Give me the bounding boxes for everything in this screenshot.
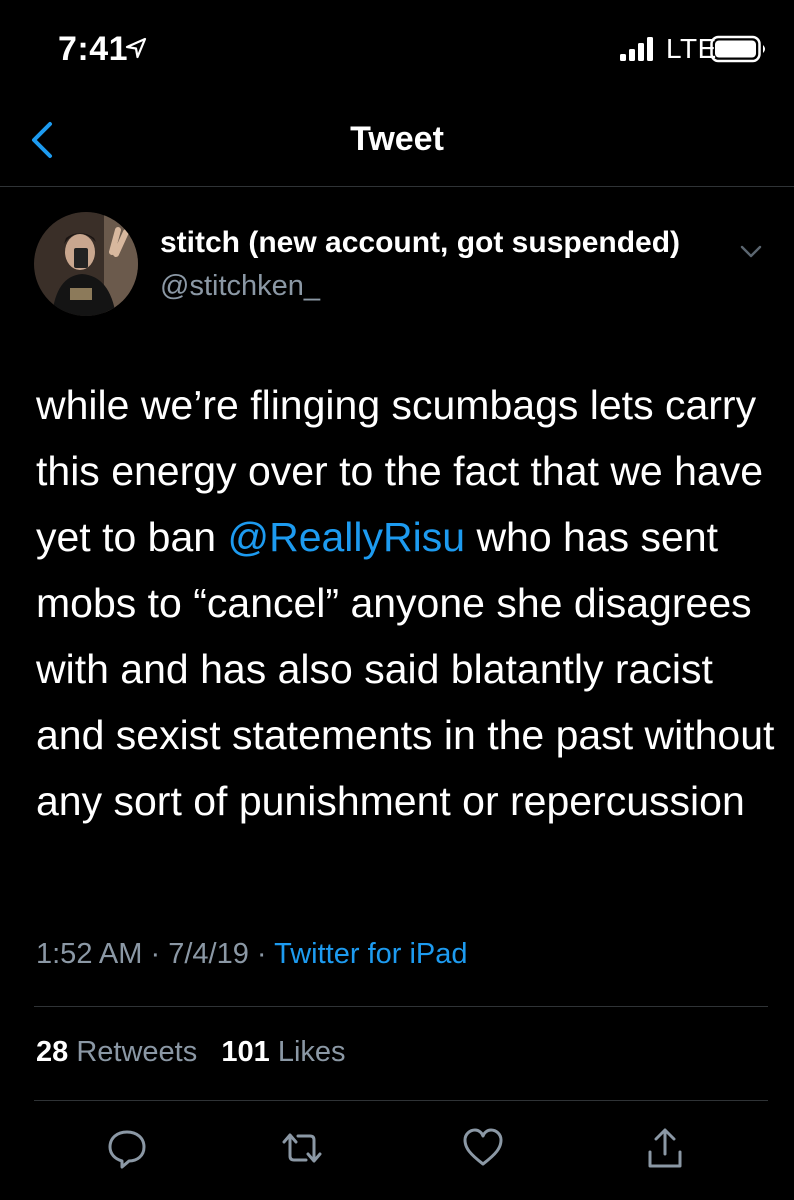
meta-separator: · (150, 938, 161, 970)
divider (34, 1006, 768, 1007)
status-bar: 7:41 LTE (0, 0, 794, 100)
chevron-down-icon[interactable] (738, 242, 764, 262)
retweets-count: 28 (36, 1036, 69, 1068)
tweet-time: 1:52 AM (36, 938, 143, 970)
share-icon[interactable] (644, 1126, 686, 1170)
like-icon[interactable] (462, 1126, 504, 1170)
nav-bar: Tweet (0, 100, 794, 187)
reply-icon[interactable] (106, 1126, 148, 1170)
tweet-meta: 1:52 AM · 7/4/19 · Twitter for iPad (36, 938, 468, 971)
tweet-text: while we’re flinging scumbags lets carry… (36, 372, 776, 834)
avatar-photo (34, 212, 138, 316)
author-name[interactable]: stitch (new account, got suspended) (160, 226, 680, 260)
retweets-label: Retweets (76, 1036, 198, 1068)
tweet-text-part-2: who has sent mobs to “cancel” anyone she… (36, 514, 775, 824)
divider (34, 1100, 768, 1101)
location-arrow-icon (125, 37, 147, 59)
retweets-stat[interactable]: 28 Retweets (36, 1036, 197, 1068)
battery-icon (710, 35, 765, 63)
signal-strength-icon (620, 37, 653, 61)
avatar[interactable] (34, 212, 138, 316)
likes-label: Likes (277, 1036, 346, 1068)
tweet-date: 7/4/19 (168, 938, 249, 970)
tweet-stats: 28 Retweets 101 Likes (36, 1036, 346, 1069)
author-handle[interactable]: @stitchken_ (160, 270, 320, 303)
likes-stat[interactable]: 101 Likes (221, 1036, 345, 1068)
mention-link[interactable]: @ReallyRisu (227, 514, 465, 560)
page-title: Tweet (350, 120, 444, 158)
status-time: 7:41 (58, 30, 129, 68)
tweet-source-link[interactable]: Twitter for iPad (274, 938, 467, 970)
retweet-icon[interactable] (278, 1126, 326, 1170)
action-bar (0, 1118, 794, 1178)
meta-separator: · (256, 938, 267, 970)
likes-count: 101 (221, 1036, 270, 1068)
